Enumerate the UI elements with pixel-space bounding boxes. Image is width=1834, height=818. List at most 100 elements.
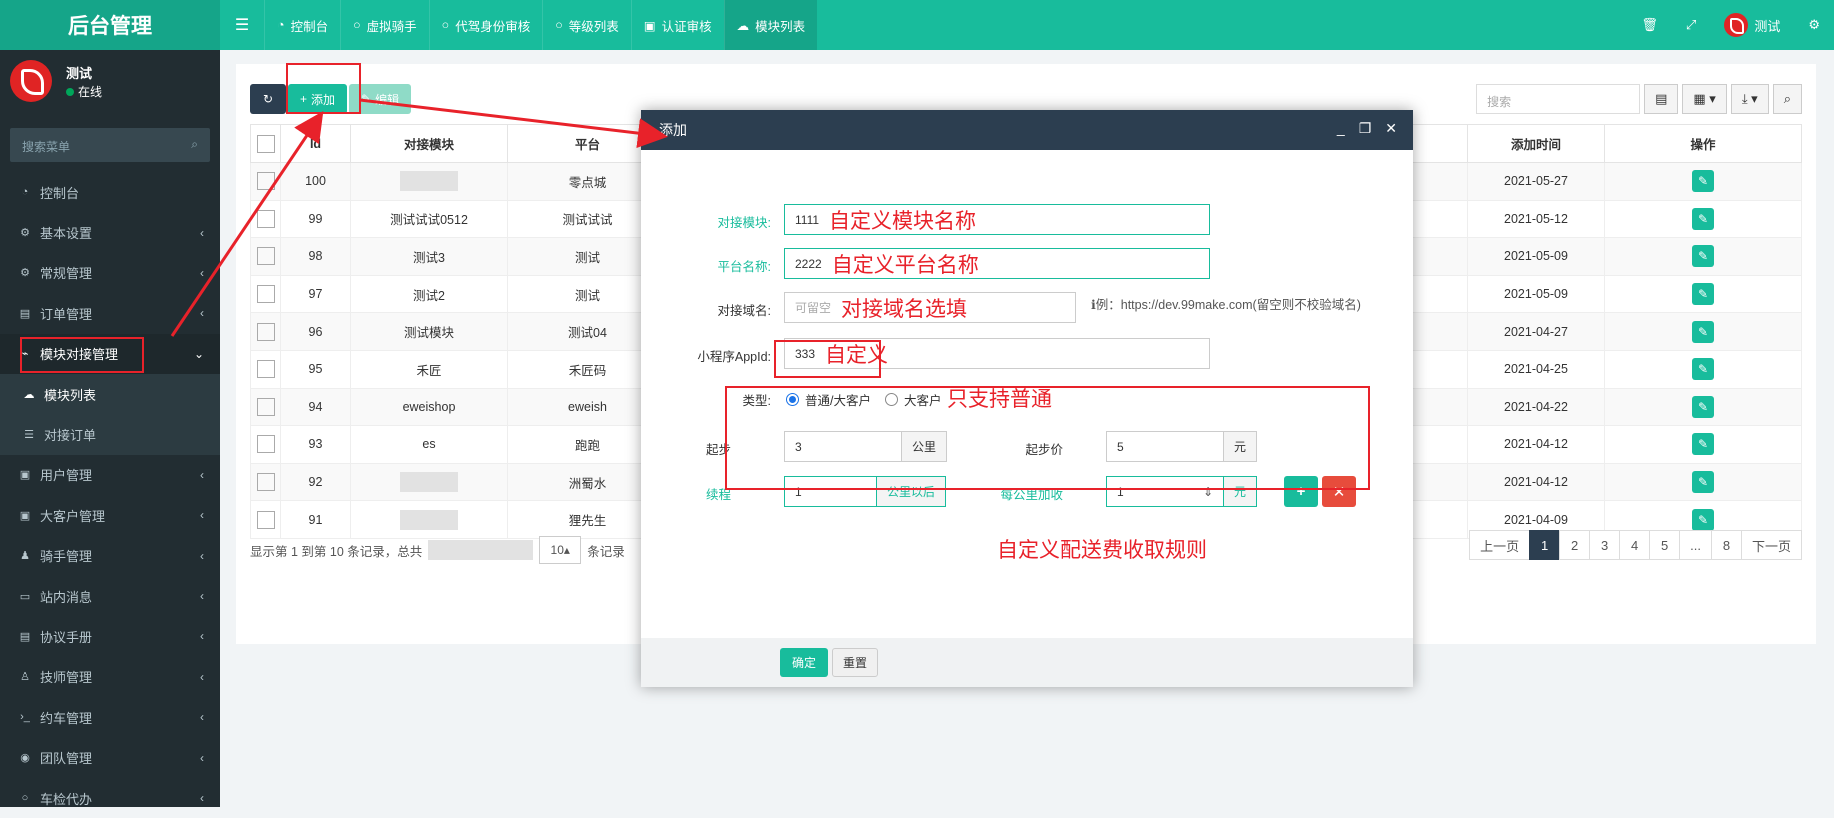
gears-icon: ⚙ [20,267,30,280]
export-icon[interactable]: ⤓ ▾ [1730,84,1769,114]
cell-actions: ✎ [1604,387,1802,427]
sidebar-menu: ◔ 控制台 ⚙ 基本设置 ‹ ⚙ 常规管理 ‹ ▤ 订单管理 ‹ ⌁ 模块对接管理 ⌄ ☁ 模块列表… [0,172,220,818]
select-all-checkbox[interactable] [250,124,281,163]
table-search-input[interactable]: 搜索 [1476,84,1641,114]
row-checkbox[interactable] [250,162,281,201]
page-next[interactable]: 下一页 [1740,530,1802,560]
sidebar-item-car-booking[interactable]: ›_ 约车管理 ‹ [0,697,220,737]
row-checkbox[interactable] [250,274,281,314]
refresh-button[interactable]: ↻ [250,84,286,114]
edit-row-button[interactable]: ✎ [1692,358,1714,381]
maximize-icon[interactable]: ❐ [1359,120,1372,137]
tab-module-list[interactable]: ☁ 模块列表 [723,0,818,50]
fullscreen-icon[interactable]: ⤢ [1672,17,1710,33]
edit-row-button[interactable]: ✎ [1692,170,1714,193]
brand-logo[interactable]: 后台管理 [0,0,220,50]
page-2[interactable]: 2 [1559,530,1591,560]
page-3[interactable]: 3 [1589,530,1621,560]
table-view-icon[interactable]: ▤ [1644,84,1679,114]
sidebar-item-riders[interactable]: ♟ 骑手管理 ‹ [0,536,220,576]
edit-row-button[interactable]: ✎ [1692,508,1714,531]
col-date[interactable]: 添加时间 [1467,124,1605,163]
row-checkbox[interactable] [250,312,281,351]
sidebar-item-dashboard[interactable]: ◔ 控制台 [0,172,220,212]
sidebar-item-general[interactable]: ⚙ 常规管理 ‹ [0,253,220,293]
sidebar-item-integration-orders[interactable]: ☰ 对接订单 [0,414,220,454]
top-user-menu[interactable]: 测试 [1710,13,1794,37]
sidebar-item-team[interactable]: ◉ 团队管理 ‹ [0,737,220,777]
col-module[interactable]: 对接模块 [350,124,508,163]
platform-input[interactable]: 2222 自定义平台名称 [784,248,1210,279]
settings-icon[interactable]: ⚙ [1794,17,1834,33]
sidebar-item-basic-settings[interactable]: ⚙ 基本设置 ‹ [0,212,220,252]
chevron-left-icon: ‹ [200,589,204,604]
edit-row-button[interactable]: ✎ [1692,283,1714,306]
search-icon[interactable]: ⌕ [191,137,198,152]
page-size-select[interactable]: 10 ▴ [539,536,582,564]
row-checkbox[interactable] [250,425,281,464]
pencil-icon: ✎ [1697,287,1709,302]
tab-dashboard[interactable]: ◔ 控制台 [264,0,340,50]
hamburger-icon[interactable]: ☰ [220,0,264,50]
page-4[interactable]: 4 [1619,530,1651,560]
chevron-left-icon: ‹ [200,710,204,725]
row-checkbox[interactable] [250,199,281,239]
avatar [10,60,52,102]
edit-row-button[interactable]: ✎ [1692,471,1714,494]
appid-label: 小程序AppId: [697,350,771,364]
sidebar-item-technicians[interactable]: ♙ 技师管理 ‹ [0,657,220,697]
sidebar-item-manual[interactable]: ▤ 协议手册 ‹ [0,616,220,656]
page-prev[interactable]: 上一页 [1469,530,1531,560]
annotation-platform: 自定义平台名称 [831,253,979,277]
tab-virtual-rider[interactable]: ○ 虚拟骑手 [340,0,429,50]
page-ellipsis: ... [1679,530,1712,560]
close-icon[interactable]: ✕ [1385,120,1397,137]
redacted-block [428,540,534,560]
chevron-left-icon: ‹ [200,629,204,644]
top-bar: 后台管理 ☰ ◔ 控制台 ○ 虚拟骑手 ○ 代驾身份审核 ○ 等级列表 ▣ 认证审核 ☁ 模… [0,0,1834,50]
sidebar: 测试 在线 搜索菜单 ⌕ ◔ 控制台 ⚙ 基本设置 ‹ ⚙ 常规管理 ‹ ▤ 订单管理 ‹ ⌁ 模… [0,50,220,807]
sidebar-item-car-inspection[interactable]: ○ 车检代办 ‹ [0,778,220,818]
tab-level-list[interactable]: ○ 等级列表 [542,0,631,50]
module-input[interactable]: 1111 自定义模块名称 [784,204,1210,235]
search-icon[interactable]: ⌕ [1772,84,1802,114]
sidebar-item-messages[interactable]: ▭ 站内消息 ‹ [0,576,220,616]
sidebar-item-module-list[interactable]: ☁ 模块列表 [0,374,220,414]
row-checkbox[interactable] [250,462,281,502]
columns-icon[interactable]: ▦ ▾ [1682,84,1727,114]
cell-date: 2021-05-09 [1467,237,1605,276]
cell-actions: ✎ [1604,425,1802,464]
sidebar-item-vip-customers[interactable]: ▣ 大客户管理 ‹ [0,495,220,535]
sidebar-item-users[interactable]: ▣ 用户管理 ‹ [0,455,220,495]
col-id[interactable]: Id [280,124,351,163]
edit-row-button[interactable]: ✎ [1692,207,1714,230]
minimize-icon[interactable]: _ [1337,120,1345,137]
page-1[interactable]: 1 [1529,530,1561,560]
tab-cert-review[interactable]: ▣ 认证审核 [630,0,724,50]
edit-row-button[interactable]: ✎ [1692,245,1714,268]
confirm-button[interactable]: 确定 [780,648,829,677]
online-dot-icon [66,87,74,96]
row-checkbox[interactable] [250,349,281,389]
edit-row-button[interactable]: ✎ [1692,433,1714,456]
menu-search-input[interactable]: 搜索菜单 ⌕ [10,128,210,162]
gear-icon: ⚙ [20,227,30,240]
sidebar-item-orders[interactable]: ▤ 订单管理 ‹ [0,293,220,333]
edit-row-button[interactable]: ✎ [1692,395,1714,418]
row-checkbox[interactable] [250,237,281,276]
trash-icon[interactable]: 🗑 [1627,17,1672,33]
page-8[interactable]: 8 [1710,530,1742,560]
domain-input[interactable]: 可留空 对接域名选填 [784,292,1076,323]
row-checkbox[interactable] [250,500,281,539]
redacted-block [400,472,458,493]
top-right-tools: 🗑 ⤢ 测试 ⚙ [1627,0,1834,50]
tab-driver-review[interactable]: ○ 代驾身份审核 [428,0,543,50]
id-card-icon: ▣ [19,509,31,522]
reset-button[interactable]: 重置 [832,648,879,677]
edit-row-button[interactable]: ✎ [1692,320,1714,343]
cell-id: 96 [280,312,351,351]
row-checkbox[interactable] [250,387,281,427]
page-5[interactable]: 5 [1649,530,1681,560]
cell-date: 2021-05-09 [1467,274,1605,314]
cell-actions: ✎ [1604,237,1802,276]
